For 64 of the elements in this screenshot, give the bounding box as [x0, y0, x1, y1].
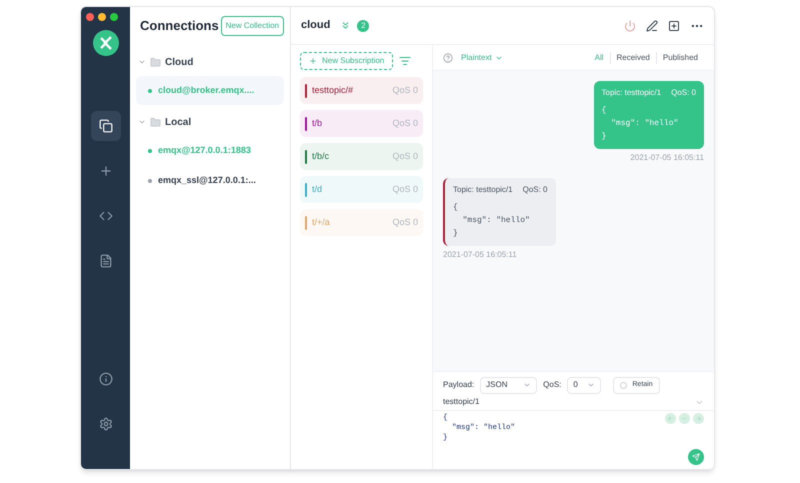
- collection-row[interactable]: Local: [136, 109, 284, 135]
- subscription-item[interactable]: t/b/c QoS 0: [300, 143, 423, 170]
- payload-format-select[interactable]: JSON: [480, 376, 538, 394]
- message-payload: { "msg": "hello" }: [602, 105, 680, 143]
- collection-name: Local: [165, 116, 192, 130]
- add-window-icon[interactable]: [668, 20, 680, 32]
- pen-icon[interactable]: [646, 20, 658, 32]
- caret-icon: [138, 58, 146, 66]
- count-badge: 2: [357, 20, 370, 32]
- filter-tab[interactable]: Received: [610, 52, 656, 64]
- message-time: 2021-07-05 16:05:11: [630, 152, 704, 164]
- caret-icon: [587, 381, 596, 389]
- window-minimize-control[interactable]: [98, 13, 106, 21]
- filter-tab[interactable]: Published: [656, 52, 704, 64]
- topic-text: t/d: [312, 182, 322, 196]
- qos-select[interactable]: 0: [567, 376, 602, 394]
- topic-text: t/b: [312, 116, 322, 130]
- connection-title: cloud: [301, 18, 330, 34]
- folder-icon: [150, 56, 161, 68]
- collection-name: Cloud: [165, 56, 194, 70]
- folder-icon: [150, 116, 161, 128]
- topic-text: testtopic/#: [312, 84, 354, 97]
- subscription-item[interactable]: testtopic/# QoS 0: [300, 77, 423, 104]
- qos-text: QoS 0: [392, 216, 418, 229]
- qos-text: QoS 0: [392, 84, 418, 97]
- message-qos: QoS: 0: [671, 87, 696, 99]
- send-icon: [692, 453, 700, 461]
- message-payload: { "msg": "hello" }: [453, 202, 531, 240]
- caret-icon: [138, 118, 146, 126]
- arrow-right-icon: [695, 415, 702, 422]
- topic-input[interactable]: testtopic/1: [433, 394, 714, 411]
- qos-text: QoS 0: [392, 150, 418, 163]
- connections-icon: [98, 119, 112, 133]
- message-time: 2021-07-05 16:05:11: [443, 249, 517, 261]
- message-topic: Topic: testtopic/1: [453, 184, 513, 196]
- help-icon[interactable]: [443, 52, 453, 62]
- code-icon: [98, 209, 112, 223]
- caret-icon: [523, 381, 532, 389]
- minus-icon: [681, 415, 688, 422]
- window-zoom-control[interactable]: [110, 13, 118, 21]
- topic-text: t/+/a: [312, 216, 330, 229]
- plus-icon: [309, 57, 317, 65]
- message-qos: QoS: 0: [522, 184, 548, 196]
- arrow-left-icon: [667, 415, 674, 422]
- plus-icon: [98, 164, 112, 178]
- topic-text: t/b/c: [312, 150, 330, 163]
- document-icon: [98, 254, 112, 268]
- qos-text: QoS 0: [392, 182, 418, 196]
- collection-row[interactable]: Cloud: [136, 49, 284, 75]
- qos-text: QoS 0: [392, 116, 418, 130]
- panel-title: Connections: [140, 17, 219, 36]
- message-topic: Topic: testtopic/1: [602, 87, 662, 99]
- qos-label: QoS:: [543, 379, 562, 391]
- chevrons-down-icon[interactable]: [340, 20, 352, 31]
- subscription-item[interactable]: t/b QoS 0: [300, 110, 423, 137]
- info-icon: [98, 372, 112, 386]
- window-close-control[interactable]: [86, 13, 94, 21]
- payload-label: Payload:: [443, 379, 474, 391]
- settings-icon: [98, 417, 112, 431]
- app-logo-icon: [92, 30, 118, 56]
- connection-item[interactable]: emqx_ssl@127.0.0.1:...: [136, 166, 284, 195]
- sidebar-button[interactable]: [90, 111, 120, 141]
- send-button[interactable]: [688, 449, 704, 465]
- list-icon[interactable]: [399, 55, 412, 67]
